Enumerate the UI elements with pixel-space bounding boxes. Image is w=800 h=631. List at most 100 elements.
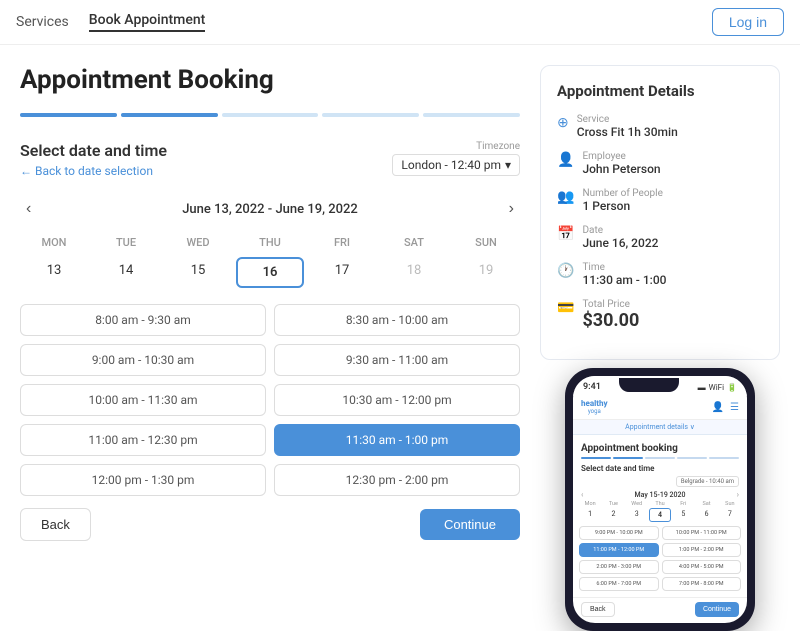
phone-mockup: 9:41 ▬ WiFi 🔋 healthy yoga [565, 368, 755, 631]
slot-0[interactable]: 8:00 am - 9:30 am [20, 304, 266, 336]
p-day-4[interactable]: 4 [649, 508, 671, 522]
p-day-h-sat: Sat [695, 501, 717, 507]
phone-cal-title: May 15-19 2020 [635, 491, 686, 499]
time-icon: 🕐 [557, 263, 574, 279]
time-label: Time [582, 262, 666, 273]
phone-tz-value[interactable]: Belgrade - 10:40 am [676, 476, 739, 487]
phone-back-button[interactable]: Back [581, 602, 615, 617]
slot-8[interactable]: 12:00 pm - 1:30 pm [20, 464, 266, 496]
timezone-value[interactable]: London - 12:40 pm ▾ [392, 154, 520, 176]
slot-2[interactable]: 9:00 am - 10:30 am [20, 344, 266, 376]
slot-3[interactable]: 9:30 am - 11:00 am [274, 344, 520, 376]
slot-4[interactable]: 10:00 am - 11:30 am [20, 384, 266, 416]
day-header-wed: WED [164, 232, 232, 253]
p-day-6[interactable]: 6 [695, 508, 717, 522]
day-header-sat: SAT [380, 232, 448, 253]
people-value: 1 Person [582, 199, 662, 213]
employee-label: Employee [582, 151, 660, 162]
p-day-2[interactable]: 2 [602, 508, 624, 522]
day-15[interactable]: 15 [164, 257, 232, 288]
left-panel: Appointment Booking Select date and time… [20, 65, 520, 545]
phone-prev-btn[interactable]: ‹ [581, 490, 583, 499]
price-label: Total Price [582, 299, 639, 310]
next-week-button[interactable]: › [503, 198, 520, 220]
day-18[interactable]: 18 [380, 257, 448, 288]
continue-button[interactable]: Continue [420, 509, 520, 540]
p-slot-1[interactable]: 10:00 PM - 11:00 PM [662, 526, 742, 540]
detail-date-content: Date June 16, 2022 [582, 225, 658, 250]
slot-7[interactable]: 11:30 am - 1:00 pm [274, 424, 520, 456]
slot-5[interactable]: 10:30 am - 12:00 pm [274, 384, 520, 416]
app-logo-bottom: yoga [588, 408, 601, 415]
phone-progress [573, 454, 747, 462]
appointment-details-card: Appointment Details ⊕ Service Cross Fit … [540, 65, 780, 360]
p-slot-5[interactable]: 4:00 PM - 5:00 PM [662, 560, 742, 574]
nav-left: Services Book Appointment [16, 12, 205, 32]
phone-prog-5 [709, 457, 739, 459]
date-icon: 📅 [557, 226, 574, 242]
nav-services[interactable]: Services [16, 14, 69, 30]
login-button[interactable]: Log in [712, 8, 784, 36]
app-logo-top: healthy [581, 400, 608, 408]
slot-9[interactable]: 12:30 pm - 2:00 pm [274, 464, 520, 496]
progress-seg-5 [423, 113, 520, 117]
slot-1[interactable]: 8:30 am - 10:00 am [274, 304, 520, 336]
phone-menu-icon[interactable]: ☰ [730, 402, 739, 413]
p-day-h-wed: Wed [626, 501, 648, 507]
day-14[interactable]: 14 [92, 257, 160, 288]
navigation: Services Book Appointment Log in [0, 0, 800, 45]
phone-next-btn[interactable]: › [737, 490, 739, 499]
detail-date-row: 📅 Date June 16, 2022 [557, 225, 763, 250]
detail-service-content: Service Cross Fit 1h 30min [577, 114, 678, 139]
back-to-date-link[interactable]: ← Back to date selection [20, 164, 167, 178]
p-slot-2[interactable]: 11:00 PM - 12:00 PM [579, 543, 659, 557]
detail-employee-content: Employee John Peterson [582, 151, 660, 176]
p-day-7[interactable]: 7 [719, 508, 741, 522]
phone-user-icon[interactable]: 👤 [712, 402, 724, 413]
p-slot-7[interactable]: 7:00 PM - 8:00 PM [662, 577, 742, 591]
phone-timezone: Belgrade - 10:40 am [573, 475, 747, 488]
phone-days-grid: Mon Tue Wed Thu Fri Sat Sun 1 2 3 4 5 6 … [573, 501, 747, 522]
timezone-selector[interactable]: Timezone London - 12:40 pm ▾ [392, 141, 520, 176]
day-16[interactable]: 16 [236, 257, 304, 288]
battery-icon: 🔋 [727, 383, 737, 392]
p-day-h-tue: Tue [602, 501, 624, 507]
day-19[interactable]: 19 [452, 257, 520, 288]
p-day-5[interactable]: 5 [672, 508, 694, 522]
details-title: Appointment Details [557, 82, 763, 100]
timezone-label: Timezone [476, 141, 520, 152]
p-day-h-thu: Thu [649, 501, 671, 507]
phone-continue-button[interactable]: Continue [695, 602, 739, 617]
app-header: healthy yoga 👤 ☰ [573, 396, 747, 420]
p-slot-3[interactable]: 1:00 PM - 2:00 PM [662, 543, 742, 557]
day-13[interactable]: 13 [20, 257, 88, 288]
people-label: Number of People [582, 188, 662, 199]
detail-time-row: 🕐 Time 11:30 am - 1:00 [557, 262, 763, 287]
p-day-3[interactable]: 3 [626, 508, 648, 522]
page-title: Appointment Booking [20, 65, 520, 95]
phone-nav[interactable]: Appointment details ∨ [573, 420, 747, 435]
app-header-icons: 👤 ☰ [712, 402, 739, 413]
phone-prog-2 [613, 457, 643, 459]
detail-service-row: ⊕ Service Cross Fit 1h 30min [557, 114, 763, 139]
employee-value: John Peterson [582, 162, 660, 176]
p-slot-4[interactable]: 2:00 PM - 3:00 PM [579, 560, 659, 574]
nav-book[interactable]: Book Appointment [89, 12, 206, 32]
progress-bar [20, 113, 520, 117]
phone-status-bar: 9:41 ▬ WiFi 🔋 [573, 376, 747, 396]
prev-week-button[interactable]: ‹ [20, 198, 37, 220]
p-slot-0[interactable]: 9:00 PM - 10:00 PM [579, 526, 659, 540]
day-header-sun: SUN [452, 232, 520, 253]
phone-status-icons: ▬ WiFi 🔋 [698, 383, 737, 392]
p-slot-6[interactable]: 6:00 PM - 7:00 PM [579, 577, 659, 591]
detail-price-content: Total Price $30.00 [582, 299, 639, 331]
back-button[interactable]: Back [20, 508, 91, 541]
wifi-icon: WiFi [709, 383, 724, 392]
p-day-1[interactable]: 1 [579, 508, 601, 522]
day-17[interactable]: 17 [308, 257, 376, 288]
slot-6[interactable]: 11:00 am - 12:30 pm [20, 424, 266, 456]
progress-seg-2 [121, 113, 218, 117]
price-icon: 💳 [557, 300, 574, 316]
phone-time: 9:41 [583, 382, 601, 392]
phone-outer: 9:41 ▬ WiFi 🔋 healthy yoga [565, 368, 755, 631]
